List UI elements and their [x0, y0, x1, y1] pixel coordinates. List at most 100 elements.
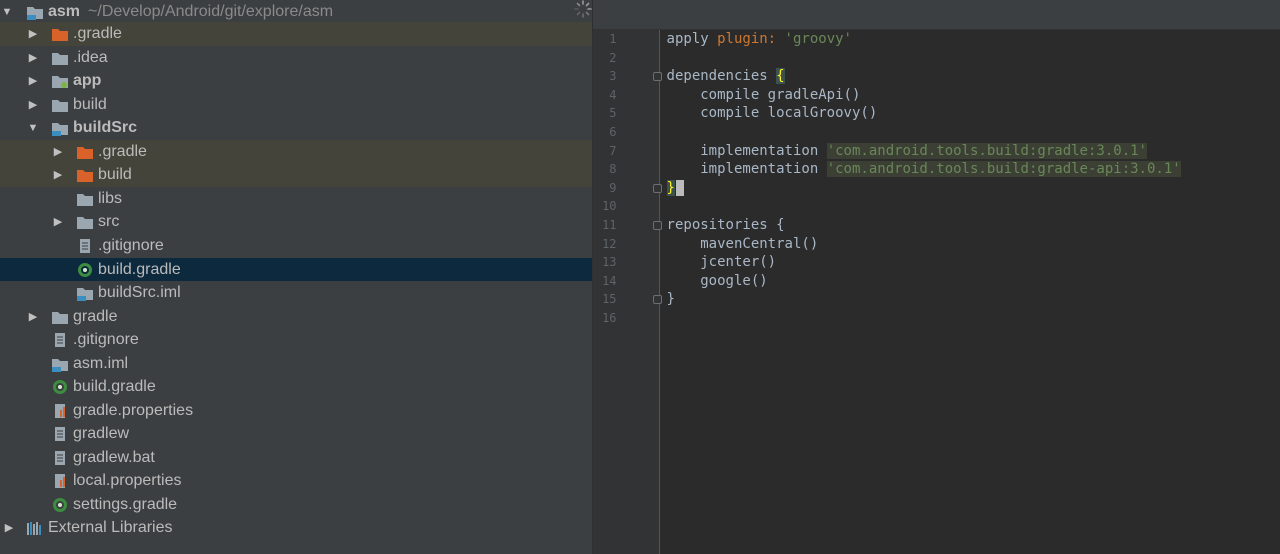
tree-label: asm ~/Develop/Android/git/explore/asm: [48, 3, 334, 20]
gradle-file-icon: [53, 497, 67, 512]
line-number: 15: [602, 292, 617, 307]
tree-item-build-gradle[interactable]: build.gradle: [0, 375, 592, 399]
chevron-right-icon[interactable]: ▶: [51, 163, 65, 187]
code-line-9: }: [666, 179, 684, 198]
code-line-5: compile localGroovy(): [666, 105, 878, 122]
folder-icon: [52, 52, 68, 65]
string-token: 'com.android.tools.build:gradle-api:3.0.…: [826, 161, 1181, 178]
chevron-down-icon[interactable]: ▼: [0, 0, 14, 24]
matched-brace: {: [776, 68, 785, 85]
code-line-12: mavenCentral(): [666, 235, 819, 252]
tree-label: .gitignore: [98, 237, 164, 254]
line-number: 1: [609, 32, 617, 46]
excluded-folder-icon: [77, 147, 93, 159]
tree-item-gradle-dir[interactable]: ▶ .gradle: [0, 22, 592, 46]
chevron-right-icon[interactable]: ▶: [26, 69, 40, 93]
chevron-right-icon[interactable]: ▶: [2, 516, 16, 540]
code-line-7: implementation 'com.android.tools.build:…: [666, 142, 1147, 159]
module-folder-icon: [52, 123, 68, 136]
project-tree: ▼ asm ~/Develop/Android/git/explore/asm ▶…: [0, 0, 592, 554]
code-line-3: dependencies {: [666, 68, 785, 85]
tree-item-libs[interactable]: libs: [0, 187, 592, 211]
line-number: 7: [609, 143, 617, 158]
code-editor[interactable]: 1 2 3 4 5 6 7 8 9 10 11 12 13 14 15 16 a…: [591, 0, 1280, 554]
tree-label: gradle: [73, 307, 118, 325]
tree-item-gradle-properties[interactable]: gradle.properties: [0, 399, 592, 423]
tree-label: External Libraries: [48, 519, 173, 536]
fold-marker-icon[interactable]: [652, 295, 662, 304]
tree-label: .gradle: [73, 25, 122, 42]
code-line-13: jcenter(): [666, 254, 777, 271]
tree-label: local.properties: [73, 472, 182, 489]
tree-item-buildsrc[interactable]: ▼ buildSrc: [0, 116, 592, 140]
tree-item-settings-gradle[interactable]: settings.gradle: [0, 493, 592, 517]
tree-item-gradle[interactable]: ▶ gradle: [0, 305, 592, 329]
line-number: 12: [602, 236, 617, 251]
text-file-icon: [55, 450, 65, 465]
chevron-right-icon[interactable]: ▶: [26, 46, 40, 70]
folder-icon: [77, 217, 93, 229]
excluded-folder-icon: [52, 29, 68, 41]
line-number: 4: [609, 87, 617, 102]
fold-marker-icon[interactable]: [652, 72, 662, 81]
tree-item-external-libraries[interactable]: ▶ External Libraries: [0, 516, 592, 540]
tree-item-src[interactable]: ▶ src: [0, 210, 592, 234]
tree-item-gradlew[interactable]: gradlew: [0, 422, 592, 446]
line-number-gutter: 1 2 3 4 5 6 7 8 9 10 11 12 13 14 15 16: [592, 30, 662, 554]
tree-label: asm.iml: [73, 354, 129, 372]
tree-item-gitignore[interactable]: .gitignore: [0, 328, 592, 352]
tree-label: app: [73, 72, 102, 89]
chevron-right-icon[interactable]: ▶: [51, 210, 65, 234]
line-number: 13: [602, 255, 617, 270]
tree-label: buildSrc: [73, 119, 138, 136]
tree-root-asm[interactable]: ▼ asm ~/Develop/Android/git/explore/asm: [0, 0, 592, 24]
code-line-14: google(): [666, 272, 768, 289]
tree-label: libs: [98, 190, 123, 207]
folder-icon: [52, 99, 68, 112]
tree-item-gradlew-bat[interactable]: gradlew.bat: [0, 446, 592, 470]
line-number: 9: [609, 180, 617, 195]
chevron-right-icon[interactable]: ▶: [26, 22, 40, 46]
line-number: 10: [602, 199, 617, 214]
tree-label: .idea: [73, 48, 108, 66]
excluded-folder-icon: [77, 170, 93, 182]
tree-item-asm-iml[interactable]: asm.iml: [0, 352, 592, 376]
editor-tab-strip: [592, 0, 1280, 30]
line-number: 6: [609, 125, 617, 139]
tree-label: gradle.properties: [73, 401, 194, 419]
text-caret: [675, 179, 684, 196]
string-token: 'com.android.tools.build:gradle:3.0.1': [826, 142, 1147, 159]
text-file-icon: [80, 239, 90, 253]
tree-item-local-properties[interactable]: local.properties: [0, 469, 592, 493]
tree-item-build[interactable]: ▶ build: [0, 93, 592, 117]
tree-label: build.gradle: [73, 378, 156, 395]
line-number: 11: [602, 218, 617, 232]
code-line-8: implementation 'com.android.tools.build:…: [666, 161, 1181, 178]
tree-item-buildsrc-gitignore[interactable]: .gitignore: [0, 234, 592, 258]
tree-label: gradlew.bat: [73, 448, 155, 466]
chevron-right-icon[interactable]: ▶: [26, 93, 40, 117]
folder-icon: [77, 194, 93, 206]
tree-item-buildsrc-build[interactable]: ▶ build: [0, 163, 592, 187]
code-line-15: }: [666, 291, 675, 308]
chevron-right-icon[interactable]: ▶: [26, 305, 40, 329]
fold-marker-icon[interactable]: [652, 221, 662, 230]
text-file-icon: [55, 333, 65, 347]
chevron-down-icon[interactable]: ▼: [26, 116, 40, 140]
matched-brace: }: [666, 179, 675, 196]
gradle-file-icon: [53, 380, 67, 394]
chevron-right-icon[interactable]: ▶: [51, 140, 65, 164]
tree-item-buildsrc-gradle-dir[interactable]: ▶ .gradle: [0, 140, 592, 164]
line-number: 2: [609, 50, 617, 65]
module-folder-icon: [27, 7, 43, 20]
tree-item-app[interactable]: ▶ app: [0, 69, 592, 93]
tree-label: build: [98, 166, 132, 183]
fold-marker-icon[interactable]: [652, 184, 662, 193]
tree-item-buildsrc-build-gradle[interactable]: build.gradle: [0, 257, 592, 281]
string-token: 'groovy': [776, 31, 852, 47]
tree-label: settings.gradle: [73, 495, 178, 513]
tree-item-buildsrc-iml[interactable]: buildSrc.iml: [0, 281, 592, 305]
tree-label: gradlew: [73, 425, 130, 442]
properties-file-icon: [55, 474, 65, 488]
tree-item-idea[interactable]: ▶ .idea: [0, 46, 592, 70]
